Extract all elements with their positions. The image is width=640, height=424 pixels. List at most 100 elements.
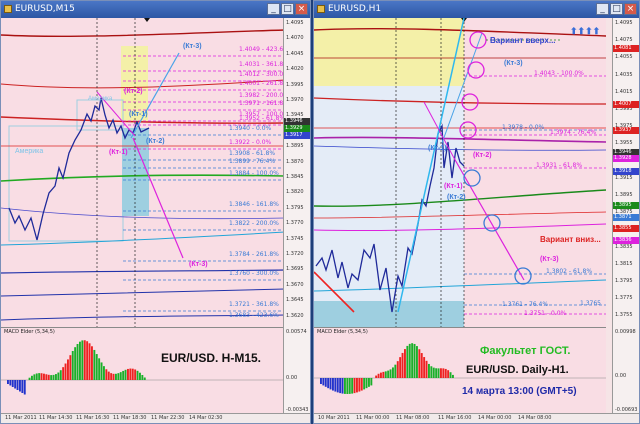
macd-bar (95, 354, 98, 380)
macd-bar (50, 375, 53, 380)
macd-bar (420, 353, 423, 378)
macd-bar (370, 378, 373, 386)
fib-level-label: 1.3922 - 0.0% (229, 139, 272, 146)
title-bar[interactable]: EURUSD,M15 _ □ × (1, 1, 310, 18)
macd-bar (23, 380, 26, 395)
macd-bar (382, 371, 385, 378)
macd-bar (358, 378, 361, 392)
macd-bar (394, 364, 397, 378)
macd-bar (107, 371, 110, 380)
macd-bar (40, 373, 43, 380)
kt1-magenta-label: (Кт-1) (109, 149, 128, 156)
macd-bar (387, 370, 390, 378)
macd-bar (329, 378, 332, 390)
kt2-blue-label: (Кт-2) (146, 138, 165, 145)
macd-bar (356, 378, 358, 393)
macd-pane[interactable]: MACD Elder (5,34,5) Факультет ГОСТ. EUR/… (314, 327, 606, 415)
kt1-blue-label: (Кт-1) (428, 145, 447, 152)
fib-level-label: 1.4012 - 300.0% (239, 71, 285, 78)
kt1-blue-label: (Кт-1) (129, 111, 148, 118)
fib-level-label: 1.3751 - 0.0% (524, 310, 567, 317)
macd-bar (411, 343, 414, 378)
price-tick: 1.3955 (615, 140, 633, 147)
macd-bar (416, 346, 418, 378)
minimize-button[interactable]: _ (596, 3, 609, 15)
kt3-bottom-label: (Кт-3) (540, 256, 559, 263)
macd-bar (38, 373, 41, 380)
macd-pane[interactable]: MACD Elder (5,34,5) EUR/USD. H-M15. (1, 327, 285, 415)
price-tick: 1.3755 (615, 312, 633, 319)
macd-bar (435, 368, 438, 378)
price-axis[interactable]: 1.4095 1.4075 1.4055 1.4035 1.4015 1.3995 1.39… (612, 18, 639, 327)
price-tick: 1.4035 (615, 71, 633, 78)
price-chart-pane[interactable]: Вариант вверх... Вариант вниз... (Кт-3) … (314, 18, 606, 327)
price-marker: 1.3928 (613, 155, 639, 162)
close-button[interactable]: × (295, 3, 308, 15)
macd-bar (139, 372, 141, 380)
macd-bar (16, 380, 19, 390)
price-marker: 1.3937 (613, 127, 639, 134)
macd-bar (31, 375, 33, 380)
price-marker: 1.3929 (284, 125, 310, 132)
macd-bar (131, 368, 134, 380)
macd-bar (122, 370, 125, 380)
macd-bar (442, 368, 445, 378)
macd-bar (33, 374, 36, 380)
window-title: EURUSD,M15 (15, 4, 75, 14)
macd-bar (408, 343, 411, 378)
macd-bar (452, 374, 454, 378)
macd-bar (11, 380, 14, 387)
caption-m15: EUR/USD. H-M15. (161, 351, 262, 365)
fib-level-label: 1.4043 - 100.0% (534, 70, 584, 77)
fib-level-label: 1.3978 - 0.0% (502, 124, 545, 131)
macd-bar (353, 378, 356, 394)
price-tick: 1.4075 (615, 37, 633, 44)
price-tick: 1.3720 (286, 251, 304, 257)
minimize-button[interactable]: _ (267, 3, 280, 15)
macd-bar (432, 367, 435, 378)
kt2-label: (Кт-2) (473, 152, 492, 159)
macd-bar (141, 375, 144, 380)
macd-bar (324, 378, 327, 387)
macd-bar (93, 349, 96, 380)
chart-window-m15[interactable]: EURUSD,M15 _ □ × (Кт-3) (Кт-2) (Кт-1) (К… (0, 0, 311, 424)
macd-bar (332, 378, 334, 391)
faculty-caption: Факультет ГОСТ. (480, 345, 571, 357)
up-variant-label: Вариант вверх... (490, 36, 556, 45)
kt2-label: (Кт-2) (124, 88, 143, 95)
macd-bar (348, 378, 351, 394)
macd-bar (88, 343, 91, 380)
fib-level-label: 1.3760 - 300.0% (229, 270, 279, 277)
price-tick: 1.4095 (286, 20, 304, 26)
macd-bar (43, 373, 45, 380)
price-tick: 1.4020 (286, 66, 304, 73)
fib-level-label: 1.4001 - 261.8% (239, 80, 285, 87)
macd-bar (28, 377, 31, 380)
macd-histogram (1, 340, 285, 395)
macd-bar (322, 378, 325, 386)
macd-bar (401, 352, 404, 378)
price-axis[interactable]: 1.4095 1.4070 1.4045 1.4020 1.3995 1.3970 1.39… (283, 18, 310, 327)
macd-bar (71, 350, 74, 380)
fib-level-label: 1.3761 - 76.4% (502, 301, 549, 308)
macd-bar (377, 373, 380, 378)
price-tick: 1.3870 (286, 158, 304, 165)
maximize-button[interactable]: □ (281, 3, 294, 15)
macd-bar (449, 372, 452, 378)
macd-bar (19, 380, 21, 392)
macd-bar (363, 378, 366, 390)
macd-bar (64, 363, 67, 380)
macd-bar (67, 359, 69, 380)
macd-bar (55, 374, 57, 380)
chart-window-h1[interactable]: EURUSD,H1 _ □ × Вариант вверх... Вариант… (313, 0, 640, 424)
fib-level-label: 1.3802 - 61.8% (546, 268, 593, 275)
fib-level-label: 1.3940 - 0.0% (229, 125, 272, 132)
title-bar[interactable]: EURUSD,H1 _ □ × (314, 1, 639, 18)
fib-level-label: 1.4049 - 423.6% (239, 46, 285, 53)
close-button[interactable]: × (624, 3, 637, 15)
price-chart-pane[interactable]: (Кт-3) (Кт-2) (Кт-1) (Кт-1) (Кт-2) (Кт-3… (1, 18, 285, 327)
maximize-button[interactable]: □ (610, 3, 623, 15)
macd-bar (83, 340, 86, 380)
price-marker: 1.3918 (613, 168, 639, 175)
macd-bar (418, 349, 421, 378)
